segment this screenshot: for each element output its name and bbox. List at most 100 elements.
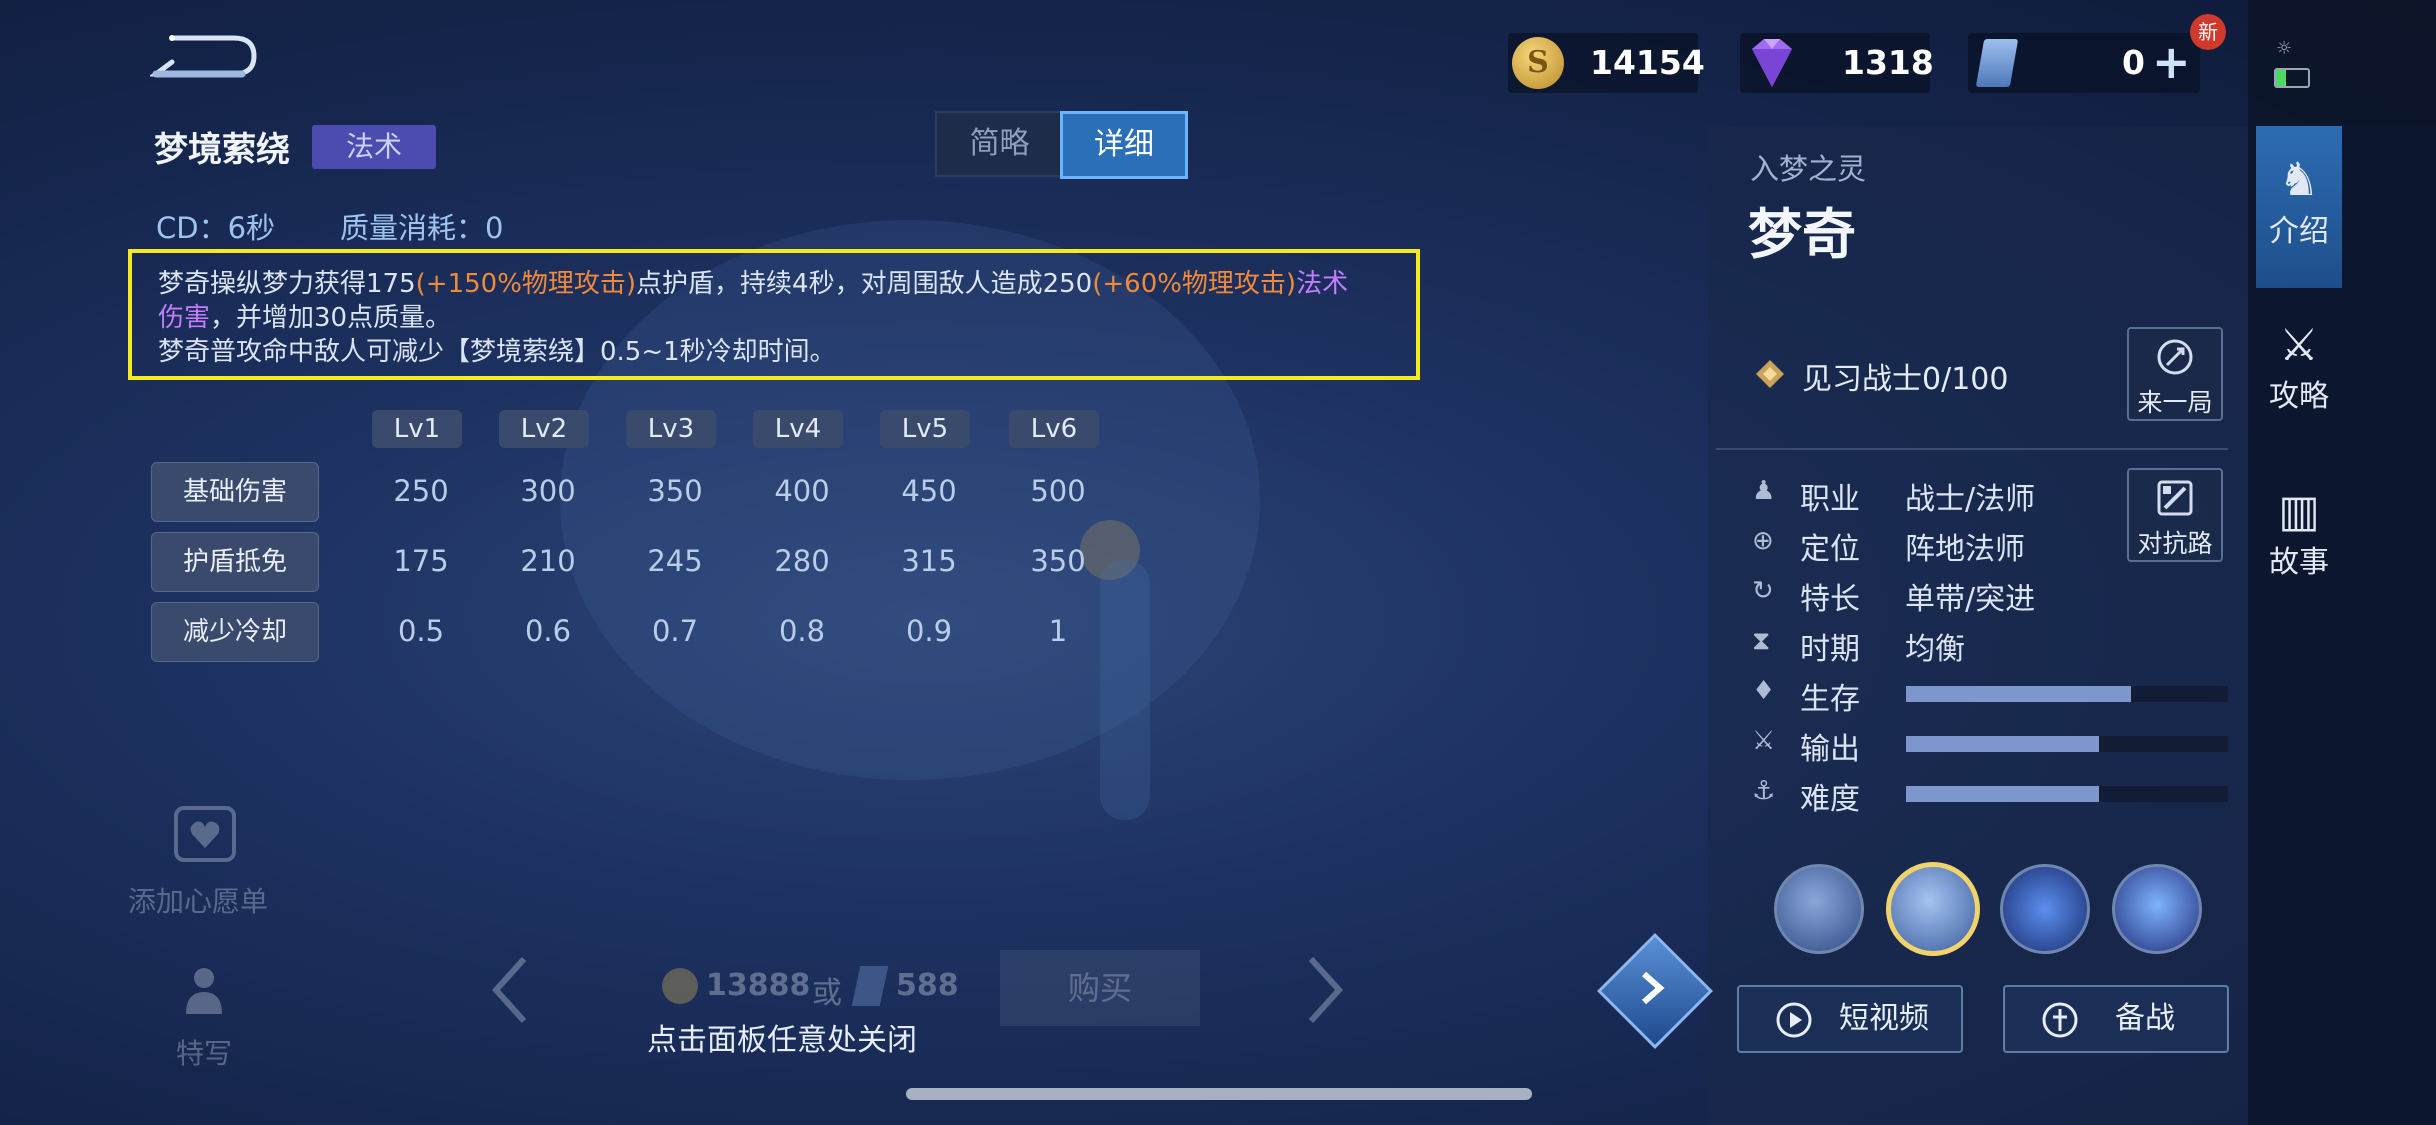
table-cell: 400 xyxy=(774,474,830,508)
desc-text: 梦奇普攻命中敌人可减少【梦境萦绕】0.5~1秒冷却时间。 xyxy=(158,337,836,367)
table-cell: 0.7 xyxy=(651,614,699,648)
gold-amount: 14154 xyxy=(1590,43,1705,82)
stat-fill xyxy=(1906,786,2100,802)
attr-value: 阵地法师 xyxy=(1905,532,2025,567)
desc-damage-type: 伤害 xyxy=(158,303,211,333)
next-arrow-icon xyxy=(1305,955,1345,1025)
back-button[interactable] xyxy=(148,30,260,88)
status-area xyxy=(2248,0,2436,126)
book-icon: ▥ xyxy=(2278,486,2320,537)
stat-bar-survival xyxy=(1906,686,2228,702)
stat-bar-difficulty xyxy=(1906,786,2228,802)
ticket-currency[interactable]: 0 + xyxy=(1968,33,2200,93)
ticket-icon xyxy=(851,966,889,1006)
back-arrow-icon xyxy=(148,35,257,78)
gold-coin-icon: S xyxy=(1512,37,1564,89)
stat-key: 难度 xyxy=(1800,782,1860,817)
hero-subtitle: 入梦之灵 xyxy=(1750,152,1867,186)
new-badge: 新 xyxy=(2190,14,2226,50)
desc-scaling: (+60%物理攻击) xyxy=(1092,269,1297,299)
skill-type-tag: 法术 xyxy=(312,125,436,169)
table-cell: 450 xyxy=(901,474,957,508)
prev-arrow-icon xyxy=(490,955,530,1025)
short-video-button[interactable]: 短视频 xyxy=(1737,985,1963,1053)
table-cell: 0.8 xyxy=(778,614,826,648)
table-cell: 210 xyxy=(520,544,576,578)
stat-key: 输出 xyxy=(1800,732,1860,767)
close-hint: 点击面板任意处关闭 xyxy=(647,1023,917,1058)
tab-intro[interactable]: ♞ 介绍 xyxy=(2256,126,2342,288)
play-match-label: 来一局 xyxy=(2137,388,2213,417)
heart-icon xyxy=(170,800,240,870)
damage-icon: ⚔ xyxy=(1752,726,1776,756)
table-cell: 0.9 xyxy=(905,614,953,648)
table-cell: 0.6 xyxy=(524,614,572,648)
prepare-battle-label: 备战 xyxy=(2115,1001,2175,1036)
table-cell: 350 xyxy=(1030,544,1086,578)
tab-story[interactable]: ▥ 故事 xyxy=(2256,486,2342,596)
skill-description: 梦奇操纵梦力获得175(+150%物理攻击)点护盾，持续4秒，对周围敌人造成25… xyxy=(128,249,1420,380)
table-cell: 315 xyxy=(901,544,957,578)
tab-strategy[interactable]: ⚔ 攻略 xyxy=(2256,320,2342,430)
tab-detail[interactable]: 详细 xyxy=(1060,111,1188,179)
prepare-battle-button[interactable]: 备战 xyxy=(2003,985,2229,1053)
closeup-label[interactable]: 特写 xyxy=(176,1032,232,1072)
skin-avatar[interactable] xyxy=(2000,864,2090,954)
attr-value: 单带/突进 xyxy=(1905,582,2036,617)
hero-helmet-icon: ♞ xyxy=(2278,152,2320,206)
wishlist-label[interactable]: 添加心愿单 xyxy=(128,880,268,920)
gold-currency[interactable]: S 14154 xyxy=(1508,33,1705,93)
desc-text: ，并增加30点质量。 xyxy=(210,303,452,333)
skin-avatar[interactable] xyxy=(1774,864,1864,954)
attr-value: 战士/法师 xyxy=(1905,482,2036,517)
tab-strategy-label: 攻略 xyxy=(2269,379,2329,414)
skill-cost: 质量消耗：0 xyxy=(340,211,504,245)
survival-icon: ♦ xyxy=(1752,676,1776,706)
hero-info-panel xyxy=(1708,126,2248,1125)
desc-scaling: (+150%物理攻击) xyxy=(415,269,637,299)
row-label-base-damage: 基础伤害 xyxy=(151,462,319,522)
table-cell: 500 xyxy=(1030,474,1086,508)
diamond-amount: 1318 xyxy=(1842,43,1934,82)
short-video-label: 短视频 xyxy=(1839,1001,1929,1036)
table-cell: 280 xyxy=(774,544,830,578)
compass-icon xyxy=(2157,339,2193,375)
stat-fill xyxy=(1906,686,2132,702)
ticket-icon xyxy=(1975,39,2019,87)
add-plus-icon[interactable]: + xyxy=(2152,35,2191,89)
lane-button[interactable]: 对抗路 xyxy=(2127,468,2223,562)
play-match-button[interactable]: 来一局 xyxy=(2127,327,2223,421)
table-cell: 0.5 xyxy=(397,614,445,648)
tab-brief[interactable]: 简略 xyxy=(935,111,1064,177)
specialty-icon: ↻ xyxy=(1752,576,1774,606)
attr-key: 时期 xyxy=(1800,632,1860,667)
desc-damage-type: 法术 xyxy=(1296,269,1349,299)
price-ticket: 588 xyxy=(896,968,959,1003)
skin-avatar[interactable] xyxy=(2112,864,2202,954)
hero-rank: 见习战士0/100 xyxy=(1802,362,2009,397)
ticket-amount: 0 xyxy=(2122,43,2145,82)
level-header: Lv2 xyxy=(499,410,589,448)
table-cell: 250 xyxy=(393,474,449,508)
row-label-cooldown-reduction: 减少冷却 xyxy=(151,602,319,662)
table-cell: 245 xyxy=(647,544,703,578)
buy-button[interactable]: 购买 xyxy=(1000,950,1200,1026)
diamond-currency[interactable]: 1318 xyxy=(1740,33,1934,93)
play-icon xyxy=(1776,1002,1812,1038)
desc-text: 点护盾，持续4秒，对周围敌人造成250 xyxy=(636,269,1093,299)
level-header: Lv4 xyxy=(753,410,843,448)
stat-key: 生存 xyxy=(1800,682,1860,717)
home-indicator[interactable] xyxy=(906,1088,1532,1100)
level-header: Lv5 xyxy=(880,410,970,448)
price-gold: 13888 xyxy=(706,968,811,1003)
attr-key: 职业 xyxy=(1800,482,1860,517)
price-or: 或 xyxy=(812,976,842,1011)
attr-key: 特长 xyxy=(1800,582,1860,617)
loading-icon: ☼ xyxy=(2276,38,2293,59)
closeup-icon xyxy=(174,958,234,1018)
desc-text: 梦奇操纵梦力获得175 xyxy=(158,269,416,299)
lane-map-icon xyxy=(2157,480,2193,516)
divider xyxy=(1716,448,2228,450)
skin-avatar-selected[interactable] xyxy=(1886,862,1980,956)
stat-bar-damage xyxy=(1906,736,2228,752)
